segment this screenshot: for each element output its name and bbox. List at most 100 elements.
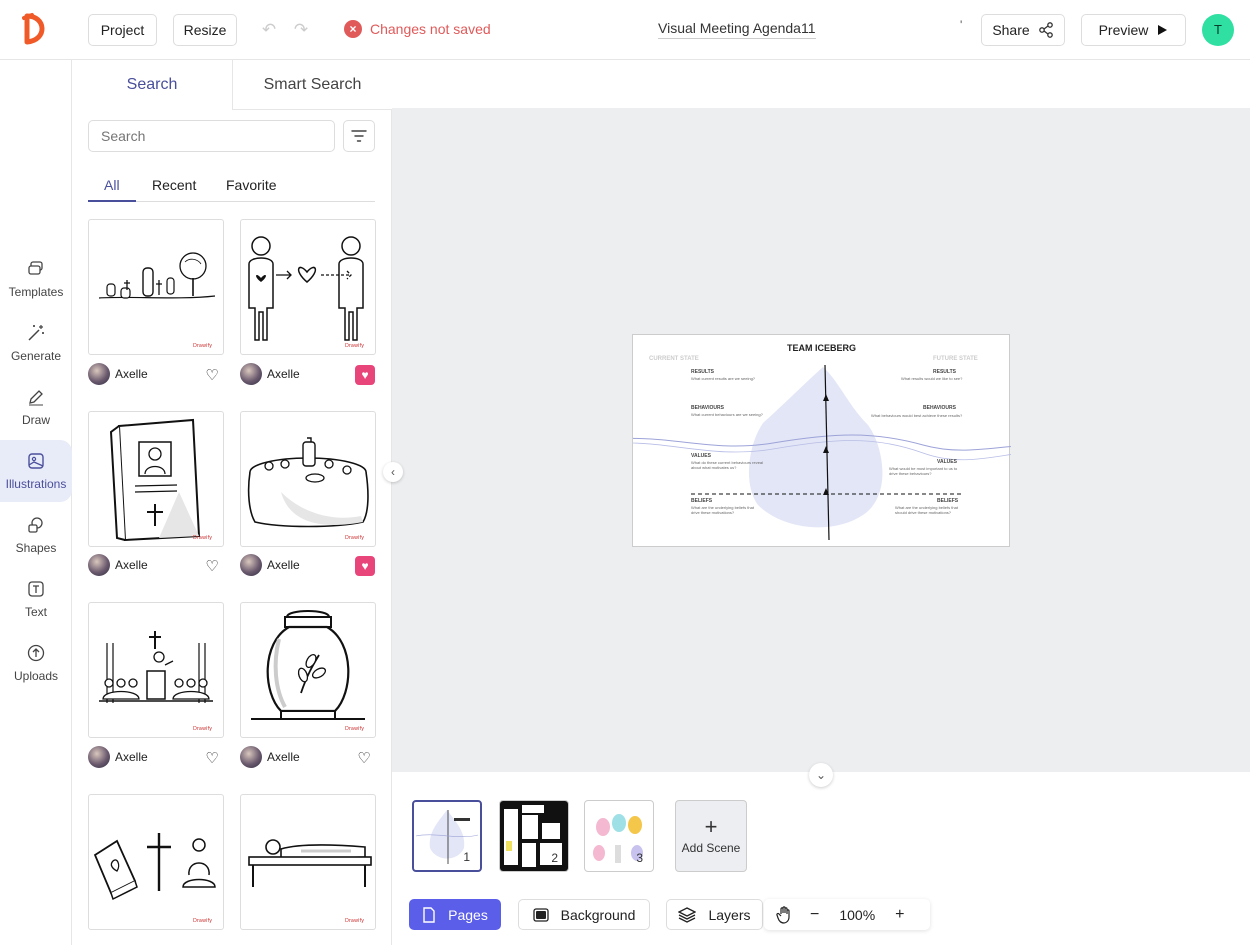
- upload-icon: [27, 644, 45, 662]
- svg-text:Drawify: Drawify: [193, 726, 212, 732]
- rail-item-draw[interactable]: Draw: [0, 376, 72, 438]
- church-service-illustration: Drawify: [99, 631, 213, 732]
- slide-title: TEAM ICEBERG: [787, 343, 857, 353]
- rail-label: Illustrations: [5, 477, 67, 491]
- card-author[interactable]: Axelle: [240, 746, 300, 768]
- illustration-card-funeral-card[interactable]: Drawify: [88, 411, 224, 547]
- card-author[interactable]: Axelle: [88, 554, 148, 576]
- left-label: BEHAVIOURS: [691, 405, 724, 411]
- author-avatar: [240, 363, 262, 385]
- right-sub: What results would we like to see?: [901, 376, 963, 381]
- illustration-card-heart-transfer[interactable]: Drawify: [240, 219, 376, 355]
- rail-item-text[interactable]: Text: [0, 568, 72, 630]
- tab-search[interactable]: Search: [72, 60, 232, 110]
- left-sub: What are the underlying beliefs that dri…: [691, 505, 754, 515]
- pages-label: Pages: [448, 906, 488, 923]
- share-button[interactable]: Share: [981, 14, 1065, 46]
- templates-icon: [28, 261, 43, 275]
- app-logo[interactable]: [20, 12, 52, 46]
- card-author[interactable]: Axelle: [240, 554, 300, 576]
- subtab-recent[interactable]: Recent: [152, 177, 196, 193]
- scene-thumb[interactable]: 2: [499, 800, 569, 872]
- preview-label: Preview: [1098, 22, 1149, 38]
- image-icon: [28, 453, 44, 469]
- illustrations-panel: Search Smart Search All Recent Favorite …: [72, 60, 392, 945]
- background-icon: [532, 907, 549, 922]
- svg-text:Drawify: Drawify: [193, 535, 212, 541]
- top-bar: Project Resize ↶ ↷ × Changes not saved V…: [0, 0, 1250, 60]
- user-avatar[interactable]: T: [1202, 14, 1234, 46]
- scene-thumb[interactable]: 3: [584, 800, 654, 872]
- author-avatar: [88, 746, 110, 768]
- favorite-heart-icon[interactable]: ♡: [202, 556, 222, 576]
- favorite-heart-icon[interactable]: ♡: [354, 748, 374, 768]
- hand-pan-icon[interactable]: [776, 905, 792, 924]
- author-name: Axelle: [115, 367, 148, 381]
- search-input[interactable]: [88, 120, 335, 152]
- share-icon: [1038, 22, 1053, 38]
- layers-icon: [678, 906, 697, 923]
- left-sub: What current behaviours are we seeing?: [691, 412, 763, 417]
- favorite-heart-icon[interactable]: ♡: [202, 365, 222, 385]
- save-status: × Changes not saved: [344, 20, 491, 38]
- scene-thumb-preview: [415, 810, 479, 864]
- layers-button[interactable]: Layers: [666, 899, 763, 930]
- favorite-heart-icon[interactable]: ♥: [355, 556, 375, 576]
- rail-item-generate[interactable]: Generate: [0, 312, 72, 374]
- card-author[interactable]: Axelle: [88, 363, 148, 385]
- play-icon: [1158, 25, 1168, 35]
- rail-item-uploads[interactable]: Uploads: [0, 632, 72, 694]
- zoom-out-button[interactable]: −: [810, 906, 819, 924]
- favorite-heart-icon[interactable]: ♥: [355, 365, 375, 385]
- illustration-card-cemetery[interactable]: Drawify: [88, 219, 224, 355]
- zoom-level: 100%: [839, 906, 876, 923]
- lying-person-illustration: Drawify: [248, 839, 372, 924]
- collapse-panel-chevron-icon[interactable]: ‹: [383, 462, 403, 482]
- pages-button[interactable]: Pages: [409, 899, 501, 930]
- document-title[interactable]: Visual Meeting Agenda11: [658, 20, 816, 39]
- card-author[interactable]: Axelle: [240, 363, 300, 385]
- right-sub: What would be most important to us to dr…: [889, 466, 958, 476]
- illustration-card-religion-symbols[interactable]: Drawify: [88, 794, 224, 930]
- resize-button[interactable]: Resize: [173, 14, 237, 46]
- rail-label: Text: [24, 605, 47, 619]
- rail-item-shapes[interactable]: Shapes: [0, 504, 72, 566]
- add-scene-button[interactable]: + Add Scene: [675, 800, 747, 872]
- collapse-scenes-chevron-icon[interactable]: ⌄: [809, 763, 833, 787]
- illustration-card-urn[interactable]: Drawify: [240, 602, 376, 738]
- subtab-active-indicator: [88, 200, 136, 202]
- title-tick: ': [960, 18, 963, 32]
- tab-smart-search[interactable]: Smart Search: [232, 60, 392, 110]
- svg-text:Drawify: Drawify: [345, 343, 364, 349]
- rail-label: Templates: [8, 285, 64, 299]
- rail-item-illustrations[interactable]: Illustrations: [0, 440, 72, 502]
- error-icon: ×: [344, 20, 362, 38]
- project-button[interactable]: Project: [88, 14, 157, 46]
- slide-team-iceberg[interactable]: TEAM ICEBERG CURRENT STATE FUTURE STATE …: [632, 334, 1011, 547]
- scene-thumb[interactable]: 1: [412, 800, 482, 872]
- background-button[interactable]: Background: [518, 899, 650, 930]
- religion-symbols-illustration: Drawify: [93, 833, 216, 924]
- funeral-card-illustration: Drawify: [109, 418, 212, 542]
- table-setting-illustration: Drawify: [247, 437, 369, 541]
- rail-label: Uploads: [13, 669, 59, 683]
- card-author[interactable]: Axelle: [88, 746, 148, 768]
- preview-button[interactable]: Preview: [1081, 14, 1186, 46]
- filter-button[interactable]: [343, 120, 375, 152]
- rail-item-templates[interactable]: Templates: [0, 248, 72, 310]
- zoom-in-button[interactable]: +: [895, 906, 904, 924]
- subtab-favorite[interactable]: Favorite: [226, 177, 277, 193]
- author-name: Axelle: [267, 558, 300, 572]
- illustration-card-table-setting[interactable]: Drawify: [240, 411, 376, 547]
- left-label: BELIEFS: [691, 498, 713, 504]
- author-avatar: [88, 554, 110, 576]
- right-label: BEHAVIOURS: [923, 405, 956, 411]
- redo-icon[interactable]: ↷: [290, 19, 312, 41]
- illustration-card-church-service[interactable]: Drawify: [88, 602, 224, 738]
- pencil-icon: [29, 390, 43, 406]
- undo-icon[interactable]: ↶: [258, 19, 280, 41]
- add-scene-label: Add Scene: [681, 841, 741, 855]
- favorite-heart-icon[interactable]: ♡: [202, 748, 222, 768]
- illustration-card-lying-person[interactable]: Drawify: [240, 794, 376, 930]
- subtab-all[interactable]: All: [104, 177, 120, 193]
